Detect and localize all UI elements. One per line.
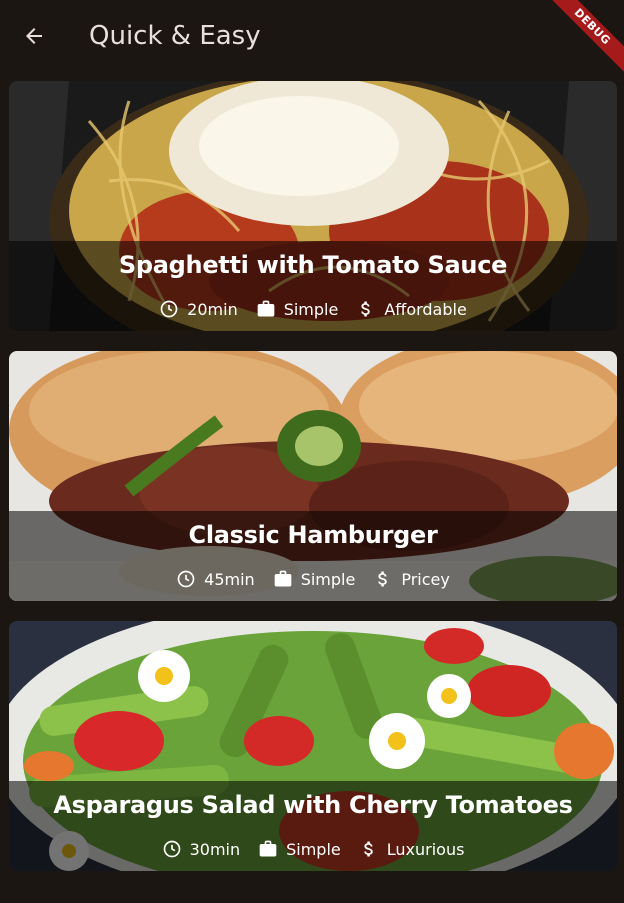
meal-traits: 45min Simple Pricey xyxy=(9,569,617,589)
meal-title: Asparagus Salad with Cherry Tomatoes xyxy=(53,791,573,819)
clock-icon xyxy=(160,300,178,318)
trait-duration: 20min xyxy=(159,299,238,319)
meal-card[interactable]: Spaghetti with Tomato Sauce 20min Simple… xyxy=(9,81,617,331)
trait-duration-label: 30min xyxy=(189,839,241,859)
trait-affordability-label: Luxurious xyxy=(386,839,465,859)
arrow-back-icon xyxy=(26,28,42,44)
clock-icon xyxy=(163,840,180,858)
trait-duration: 45min xyxy=(176,569,255,589)
trait-complexity-label: Simple xyxy=(300,569,356,589)
meal-title: Classic Hamburger xyxy=(188,521,438,549)
work-icon xyxy=(257,300,275,317)
trait-affordability: Affordable xyxy=(356,299,467,319)
clock-icon xyxy=(177,570,195,588)
meal-traits: 20min Simple Affordable xyxy=(9,299,617,319)
trait-complexity: Simple xyxy=(256,299,339,319)
page-title: Quick & Easy xyxy=(89,21,261,51)
trait-duration-label: 20min xyxy=(187,299,238,319)
trait-duration-label: 45min xyxy=(204,569,255,589)
work-icon xyxy=(259,840,277,857)
trait-affordability-label: Pricey xyxy=(401,569,450,589)
meal-title: Spaghetti with Tomato Sauce xyxy=(118,251,508,279)
trait-duration: 30min xyxy=(162,839,241,859)
app-bar: Quick & Easy xyxy=(0,0,624,72)
work-icon xyxy=(274,570,292,587)
back-button[interactable] xyxy=(16,18,52,54)
meal-card[interactable]: Asparagus Salad with Cherry Tomatoes 30m… xyxy=(9,621,617,871)
trait-affordability-label: Affordable xyxy=(384,299,467,319)
trait-affordability: Luxurious xyxy=(359,839,465,859)
trait-affordability: Pricey xyxy=(373,569,450,589)
meal-list: Spaghetti with Tomato Sauce 20min Simple… xyxy=(9,81,617,891)
trait-complexity: Simple xyxy=(273,569,356,589)
trait-complexity-label: Simple xyxy=(286,839,341,859)
dollar-icon xyxy=(378,571,388,587)
dollar-icon xyxy=(364,841,373,857)
dollar-icon xyxy=(361,301,371,317)
trait-complexity: Simple xyxy=(258,839,341,859)
meal-card[interactable]: Classic Hamburger 45min Simple Pricey xyxy=(9,351,617,601)
meal-traits: 30min Simple Luxurious xyxy=(9,839,617,859)
trait-complexity-label: Simple xyxy=(283,299,339,319)
